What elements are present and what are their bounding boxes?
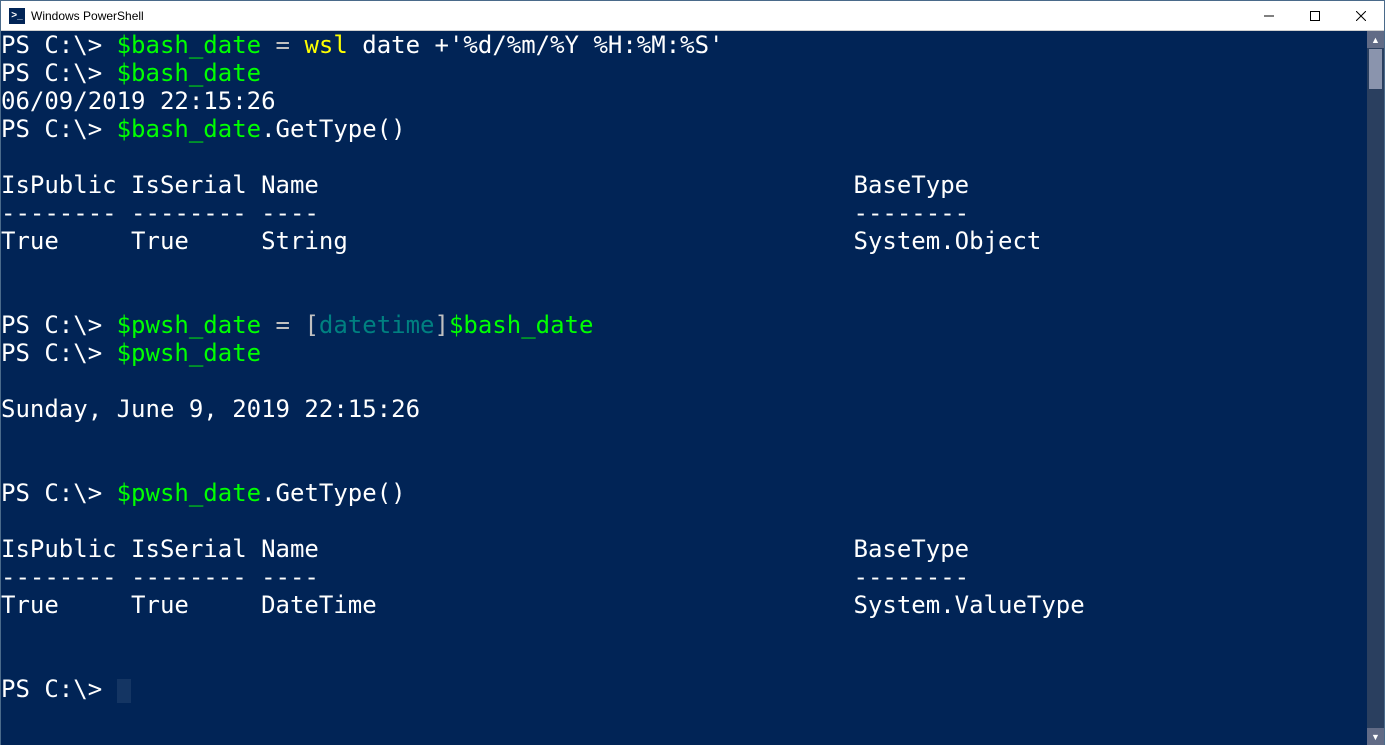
terminal-line: IsPublic IsSerial Name BaseType [1,171,1367,199]
terminal-text: +'%d/%m/%Y %H:%M:%S' [435,31,724,59]
terminal-line [1,367,1367,395]
terminal-text: date [348,31,435,59]
terminal-text: PS C:\> [1,479,117,507]
minimize-button[interactable] [1246,1,1292,31]
terminal-line: PS C:\> $pwsh_date.GetType() [1,479,1367,507]
terminal-line [1,451,1367,479]
terminal-line: PS C:\> $pwsh_date [1,339,1367,367]
terminal-text: $bash_date [449,311,594,339]
scroll-up-button[interactable]: ▲ [1367,31,1384,48]
titlebar[interactable]: >_ Windows PowerShell [1,1,1384,31]
terminal-text: $pwsh_date [117,339,262,367]
terminal-text: PS C:\> [1,31,117,59]
terminal-text: datetime [319,311,435,339]
terminal-text: IsPublic IsSerial Name BaseType [1,171,969,199]
window-title: Windows PowerShell [31,9,144,23]
terminal-output[interactable]: PS C:\> $bash_date = wsl date +'%d/%m/%Y… [1,31,1367,745]
terminal-text: .GetType() [261,115,406,143]
terminal-text: $pwsh_date [117,311,262,339]
terminal-line [1,647,1367,675]
close-button[interactable] [1338,1,1384,31]
scroll-down-button[interactable]: ▼ [1367,728,1384,745]
terminal-text: $bash_date [117,31,262,59]
scroll-thumb[interactable] [1369,49,1382,89]
terminal-text: -------- -------- ---- -------- [1,563,969,591]
maximize-button[interactable] [1292,1,1338,31]
terminal-text: $bash_date [117,59,262,87]
terminal-line: PS C:\> $bash_date [1,59,1367,87]
cursor [117,679,131,703]
terminal-line: PS C:\> $bash_date.GetType() [1,115,1367,143]
terminal-text: = [261,311,304,339]
terminal-line: -------- -------- ---- -------- [1,563,1367,591]
powershell-icon: >_ [9,8,25,24]
terminal-line [1,255,1367,283]
terminal-line: True True DateTime System.ValueType [1,591,1367,619]
terminal-text: ] [435,311,449,339]
terminal-text: True True DateTime System.ValueType [1,591,1085,619]
terminal-area[interactable]: PS C:\> $bash_date = wsl date +'%d/%m/%Y… [1,31,1384,745]
terminal-text: PS C:\> [1,59,117,87]
terminal-text: .GetType() [261,479,406,507]
terminal-line [1,619,1367,647]
terminal-line [1,143,1367,171]
terminal-text: PS C:\> [1,339,117,367]
terminal-line [1,283,1367,311]
terminal-line: True True String System.Object [1,227,1367,255]
terminal-line: PS C:\> [1,675,1367,703]
terminal-text: $bash_date [117,115,262,143]
terminal-text: True True String System.Object [1,227,1041,255]
terminal-line: IsPublic IsSerial Name BaseType [1,535,1367,563]
terminal-line: Sunday, June 9, 2019 22:15:26 [1,395,1367,423]
terminal-text: PS C:\> [1,675,117,703]
terminal-text: $pwsh_date [117,479,262,507]
terminal-text: IsPublic IsSerial Name BaseType [1,535,969,563]
terminal-line: 06/09/2019 22:15:26 [1,87,1367,115]
terminal-text: Sunday, June 9, 2019 22:15:26 [1,395,420,423]
terminal-line: -------- -------- ---- -------- [1,199,1367,227]
terminal-line: PS C:\> $pwsh_date = [datetime]$bash_dat… [1,311,1367,339]
terminal-text: -------- -------- ---- -------- [1,199,969,227]
terminal-text: PS C:\> [1,115,117,143]
terminal-text: = [261,31,304,59]
scrollbar[interactable]: ▲ ▼ [1367,31,1384,745]
terminal-line [1,507,1367,535]
terminal-text: wsl [304,31,347,59]
terminal-text: 06/09/2019 22:15:26 [1,87,276,115]
terminal-text: [ [304,311,318,339]
terminal-text: PS C:\> [1,311,117,339]
terminal-line: PS C:\> $bash_date = wsl date +'%d/%m/%Y… [1,31,1367,59]
terminal-line [1,423,1367,451]
